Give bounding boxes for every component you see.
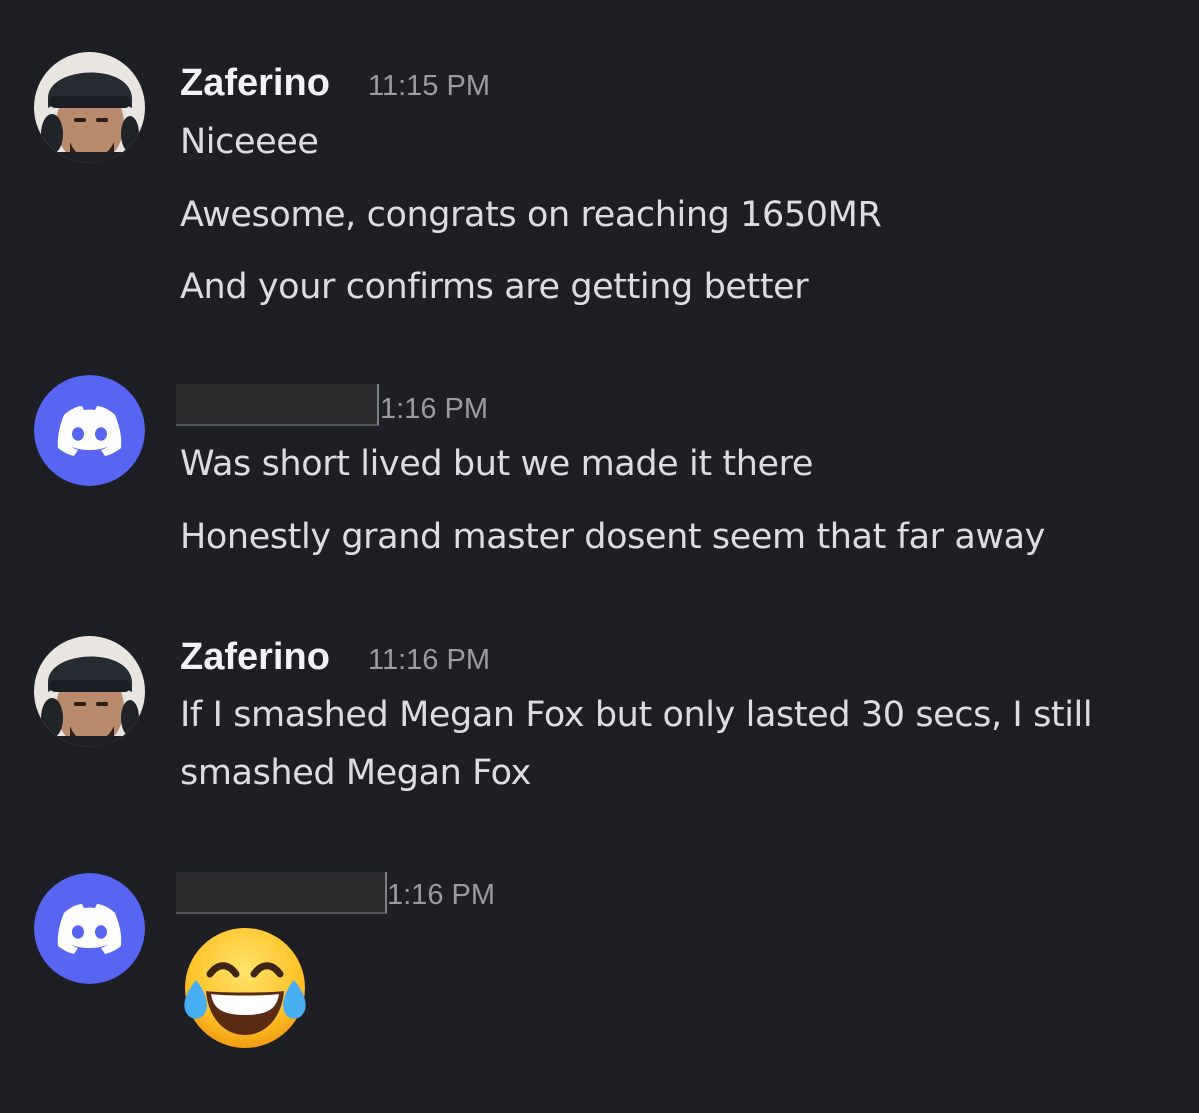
message-text: Was short lived but we made it there (180, 444, 813, 484)
face-with-tears-of-joy-icon (178, 925, 312, 1051)
message-text: Niceeee (180, 122, 319, 162)
author-name[interactable]: Zaferino (180, 638, 330, 676)
message-text: Honestly grand master dosent seem that f… (180, 517, 1045, 557)
redacted-username (176, 384, 379, 426)
message-text: Awesome, congrats on reaching 1650MR (180, 195, 882, 235)
discord-logo-icon (34, 873, 145, 984)
discord-logo-icon (34, 375, 145, 486)
message-timestamp: 11:15 PM (368, 70, 490, 102)
discord-avatar[interactable] (34, 873, 145, 984)
message-text: If I smashed Megan Fox but only lasted 3… (180, 695, 1093, 793)
message-timestamp: 1:16 PM (387, 879, 495, 911)
chat-log: Zaferino 11:15 PM Niceeee Awesome, congr… (0, 0, 1199, 1113)
profile-photo-icon (34, 52, 145, 163)
discord-avatar[interactable] (34, 375, 145, 486)
user-avatar[interactable] (34, 636, 145, 747)
message-text: And your confirms are getting better (180, 267, 809, 307)
user-avatar[interactable] (34, 52, 145, 163)
profile-photo-icon (34, 636, 145, 747)
message-timestamp: 1:16 PM (380, 393, 488, 425)
redacted-username (176, 872, 387, 914)
author-name[interactable]: Zaferino (180, 64, 330, 102)
message-timestamp: 11:16 PM (368, 644, 490, 676)
